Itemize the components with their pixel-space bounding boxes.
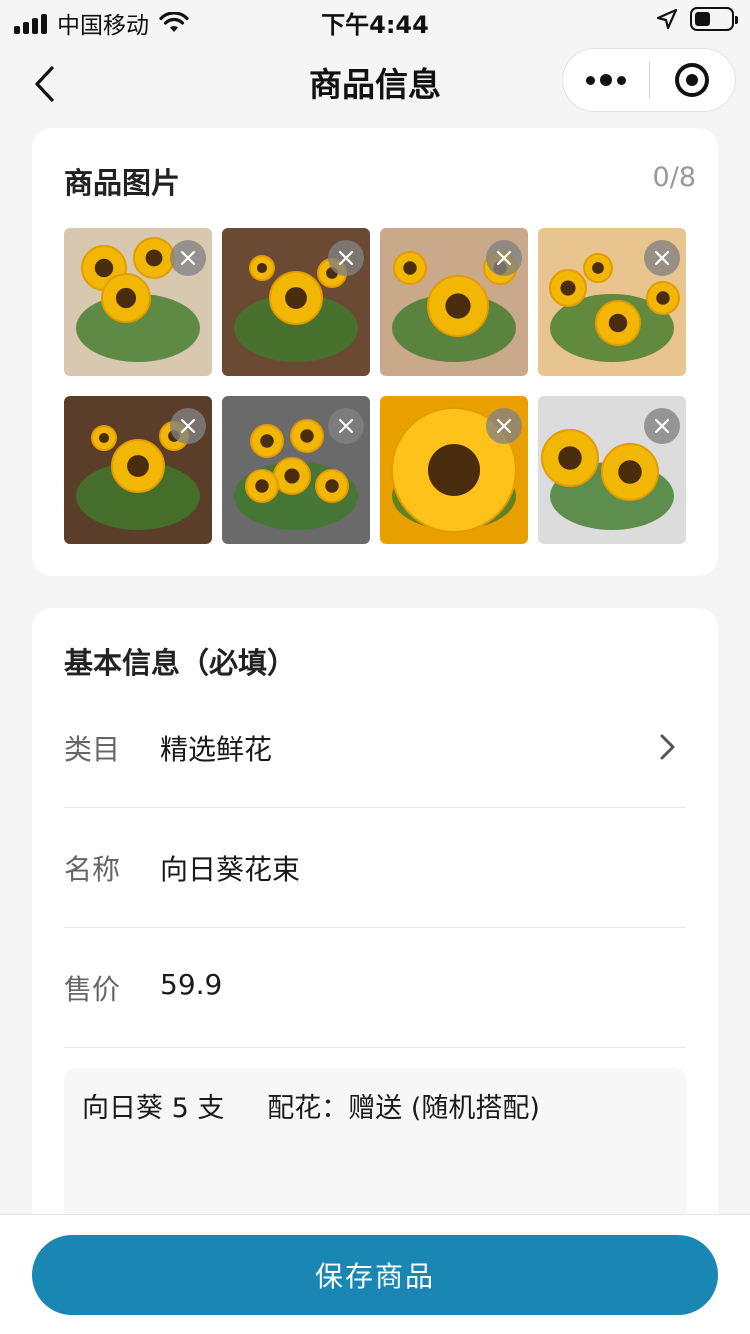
product-images-card: 商品图片 0/8 xyxy=(32,128,718,576)
product-image-sunflower-bouquet-pink[interactable] xyxy=(222,228,370,376)
close-icon xyxy=(654,418,670,434)
battery-icon xyxy=(690,7,738,31)
more-dot-icon xyxy=(599,74,612,86)
product-image-sunflower-closeup[interactable] xyxy=(380,396,528,544)
delete-image-button[interactable] xyxy=(328,408,364,444)
target-icon xyxy=(675,63,710,97)
description-text: 向日葵 5 支 配花：赠送 (随机搭配) xyxy=(82,1093,540,1124)
description-textarea[interactable]: 向日葵 5 支 配花：赠送 (随机搭配) xyxy=(64,1068,686,1228)
price-label: 售价 xyxy=(64,973,121,1006)
basic-info-title: 基本信息（必填） xyxy=(64,646,297,680)
category-value: 精选鲜花 xyxy=(160,733,273,766)
images-section-title: 商品图片 xyxy=(64,166,181,200)
chevron-right-icon xyxy=(660,734,675,760)
more-dot-icon xyxy=(585,75,595,85)
product-image-sunflower-bouquet-pink-2[interactable] xyxy=(64,396,212,544)
save-product-button[interactable]: 保存商品 xyxy=(32,1235,718,1315)
more-dot-icon xyxy=(616,75,626,85)
category-row[interactable]: 类目 精选鲜花 xyxy=(64,688,686,808)
name-input[interactable]: 向日葵花束 xyxy=(160,848,300,888)
delete-image-button[interactable] xyxy=(328,240,364,276)
status-right xyxy=(656,7,738,31)
close-icon xyxy=(338,250,354,266)
delete-image-button[interactable] xyxy=(486,408,522,444)
price-row[interactable]: 售价 59.9 xyxy=(64,928,686,1048)
status-bar: 中国移动 下午4:44 xyxy=(0,0,750,40)
more-button[interactable] xyxy=(563,49,649,111)
category-label: 类目 xyxy=(64,733,121,766)
close-icon xyxy=(654,250,670,266)
close-icon xyxy=(338,418,354,434)
location-arrow-icon xyxy=(656,8,678,30)
delete-image-button[interactable] xyxy=(170,408,206,444)
status-time: 下午4:44 xyxy=(321,11,429,39)
battery-level xyxy=(695,12,711,26)
delete-image-button[interactable] xyxy=(644,240,680,276)
close-icon xyxy=(496,250,512,266)
bottom-bar: 保存商品 xyxy=(0,1214,750,1334)
mini-program-capsule xyxy=(562,48,736,112)
product-image-sunflowers-stems[interactable] xyxy=(538,396,686,544)
product-image-sunflowers-glass-vase[interactable] xyxy=(380,228,528,376)
delete-image-button[interactable] xyxy=(170,240,206,276)
close-program-button[interactable] xyxy=(650,49,736,111)
close-icon xyxy=(180,250,196,266)
nav-bar: 商品信息 xyxy=(0,44,750,124)
close-icon xyxy=(496,418,512,434)
delete-image-button[interactable] xyxy=(644,408,680,444)
image-count: 0/8 xyxy=(652,162,696,193)
product-image-sunflower-bouquet-white[interactable] xyxy=(538,228,686,376)
delete-image-button[interactable] xyxy=(486,240,522,276)
name-label: 名称 xyxy=(64,853,121,886)
product-image-sunflowers-white-vase[interactable] xyxy=(64,228,212,376)
name-row[interactable]: 名称 向日葵花束 xyxy=(64,808,686,928)
close-icon xyxy=(180,418,196,434)
image-grid xyxy=(64,228,686,544)
price-input[interactable]: 59.9 xyxy=(160,968,222,1001)
product-image-sunflower-bouquet-large[interactable] xyxy=(222,396,370,544)
